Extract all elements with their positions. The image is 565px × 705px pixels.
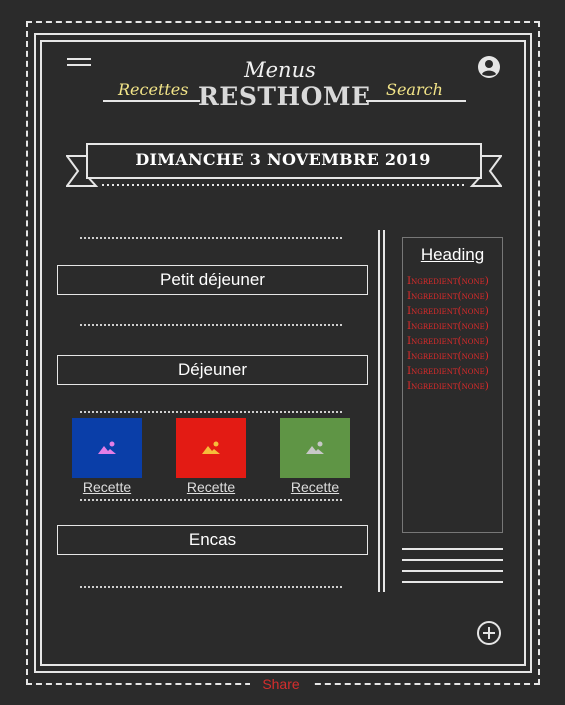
- ingredient-item: Ingredient(none): [407, 320, 489, 332]
- nav-right-underline: [366, 100, 466, 102]
- logo-menus-script: Menus: [244, 58, 316, 82]
- panel-heading[interactable]: Heading: [402, 245, 503, 265]
- sidebar-line: [402, 570, 503, 572]
- image-placeholder-icon: [98, 441, 116, 454]
- recipe-tile-1[interactable]: [72, 418, 142, 478]
- sidebar-line: [402, 559, 503, 561]
- date-banner-text: DIMANCHE 3 NOVEMBRE 2019: [135, 150, 431, 169]
- column-divider: [383, 230, 385, 592]
- share-link[interactable]: Share: [250, 676, 312, 692]
- ingredient-item: Ingredient(none): [407, 305, 489, 317]
- add-circle-icon[interactable]: [476, 620, 502, 646]
- recipe-link-3[interactable]: Recette: [280, 479, 350, 495]
- recipe-tile-3[interactable]: [280, 418, 350, 478]
- account-circle-icon[interactable]: [477, 55, 501, 79]
- column-divider: [378, 230, 380, 592]
- ingredient-item: Ingredient(none): [407, 380, 489, 392]
- image-placeholder-icon: [306, 441, 324, 454]
- dotted-separator: [80, 324, 342, 326]
- meal-breakfast[interactable]: Petit déjeuner: [57, 265, 368, 295]
- ingredient-item: Ingredient(none): [407, 365, 489, 377]
- recipe-link-2[interactable]: Recette: [176, 479, 246, 495]
- image-placeholder-icon: [202, 441, 220, 454]
- dotted-separator: [80, 237, 342, 239]
- dotted-separator: [80, 411, 342, 413]
- sidebar-line: [402, 548, 503, 550]
- ingredient-list: Ingredient(none) Ingredient(none) Ingred…: [407, 274, 503, 394]
- nav-left-underline: [103, 100, 200, 102]
- meal-lunch[interactable]: Déjeuner: [57, 355, 368, 385]
- ingredient-item: Ingredient(none): [407, 290, 489, 302]
- meal-snack[interactable]: Encas: [57, 525, 368, 555]
- logo-brand: RESTHOME: [198, 82, 371, 111]
- nav-recettes-link[interactable]: Recettes: [118, 80, 188, 99]
- nav-search-link[interactable]: Search: [386, 80, 443, 99]
- ingredient-item: Ingredient(none): [407, 275, 489, 287]
- ingredient-item: Ingredient(none): [407, 350, 489, 362]
- hamburger-menu-icon[interactable]: [67, 58, 91, 70]
- dotted-separator: [80, 586, 342, 588]
- ingredient-item: Ingredient(none): [407, 335, 489, 347]
- recipe-tile-2[interactable]: [176, 418, 246, 478]
- recipe-link-1[interactable]: Recette: [72, 479, 142, 495]
- dotted-separator: [80, 499, 342, 501]
- sidebar-line: [402, 581, 503, 583]
